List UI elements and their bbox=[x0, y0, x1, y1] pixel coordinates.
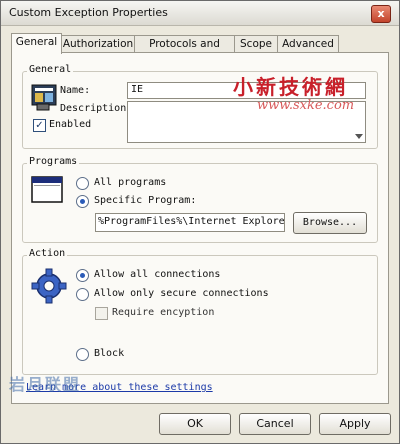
close-icon: x bbox=[377, 7, 385, 20]
name-input-value: IE bbox=[131, 84, 144, 95]
all-programs-label: All programs bbox=[94, 177, 167, 188]
enabled-checkbox[interactable]: ✓ bbox=[33, 119, 46, 132]
allow-secure-connections-label: Allow only secure connections bbox=[94, 288, 269, 299]
gear-icon bbox=[31, 268, 67, 304]
specific-program-radio[interactable] bbox=[76, 195, 89, 208]
allow-secure-connections-radio[interactable] bbox=[76, 288, 89, 301]
action-group: Action Allow all connections Allow only … bbox=[22, 248, 378, 375]
browse-button[interactable]: Browse... bbox=[293, 212, 367, 234]
programs-group: Programs All programs Specific Program: … bbox=[22, 156, 378, 243]
allow-all-connections-label: Allow all connections bbox=[94, 269, 221, 280]
apply-button[interactable]: Apply bbox=[319, 413, 391, 435]
programs-group-label: Programs bbox=[27, 156, 80, 167]
general-group-label: General bbox=[27, 64, 74, 75]
description-label: Description: bbox=[60, 103, 133, 114]
scroll-down-icon[interactable] bbox=[355, 134, 363, 140]
watermark-chinese-text: 小新技術網 bbox=[233, 75, 348, 99]
tab-scope[interactable]: Scope bbox=[234, 35, 278, 53]
button-bar: OK Cancel Apply bbox=[1, 405, 399, 443]
tab-protocols-and-ports[interactable]: Protocols and Ports bbox=[134, 35, 235, 67]
close-button[interactable]: x bbox=[371, 5, 391, 23]
program-path-input[interactable]: %ProgramFiles%\Internet Explore bbox=[95, 213, 285, 232]
program-window-icon bbox=[31, 176, 63, 203]
block-label: Block bbox=[94, 348, 125, 359]
ok-button[interactable]: OK bbox=[159, 413, 231, 435]
program-path-value: %ProgramFiles%\Internet Explore bbox=[98, 216, 285, 227]
tab-authorization[interactable]: Authorization bbox=[61, 35, 135, 53]
require-encryption-checkbox[interactable] bbox=[95, 307, 108, 320]
block-radio[interactable] bbox=[76, 348, 89, 361]
dialog-window: Custom Exception Properties x General Au… bbox=[0, 0, 400, 444]
tab-general[interactable]: General bbox=[11, 33, 62, 54]
window-title: Custom Exception Properties bbox=[9, 6, 168, 19]
all-programs-radio[interactable] bbox=[76, 177, 89, 190]
name-label: Name: bbox=[60, 85, 91, 96]
watermark-bottom-logo: 岩月联盟 bbox=[9, 375, 82, 394]
application-icon bbox=[31, 84, 57, 111]
allow-all-connections-radio[interactable] bbox=[76, 269, 89, 282]
watermark-url: www.sxke.com bbox=[257, 98, 355, 113]
cancel-button[interactable]: Cancel bbox=[239, 413, 311, 435]
enabled-label: Enabled bbox=[49, 119, 92, 130]
specific-program-label: Specific Program: bbox=[94, 195, 197, 206]
require-encryption-label: Require encyption bbox=[112, 307, 215, 318]
action-group-label: Action bbox=[27, 248, 68, 259]
title-bar: Custom Exception Properties x bbox=[1, 1, 399, 26]
tab-advanced[interactable]: Advanced bbox=[277, 35, 339, 53]
